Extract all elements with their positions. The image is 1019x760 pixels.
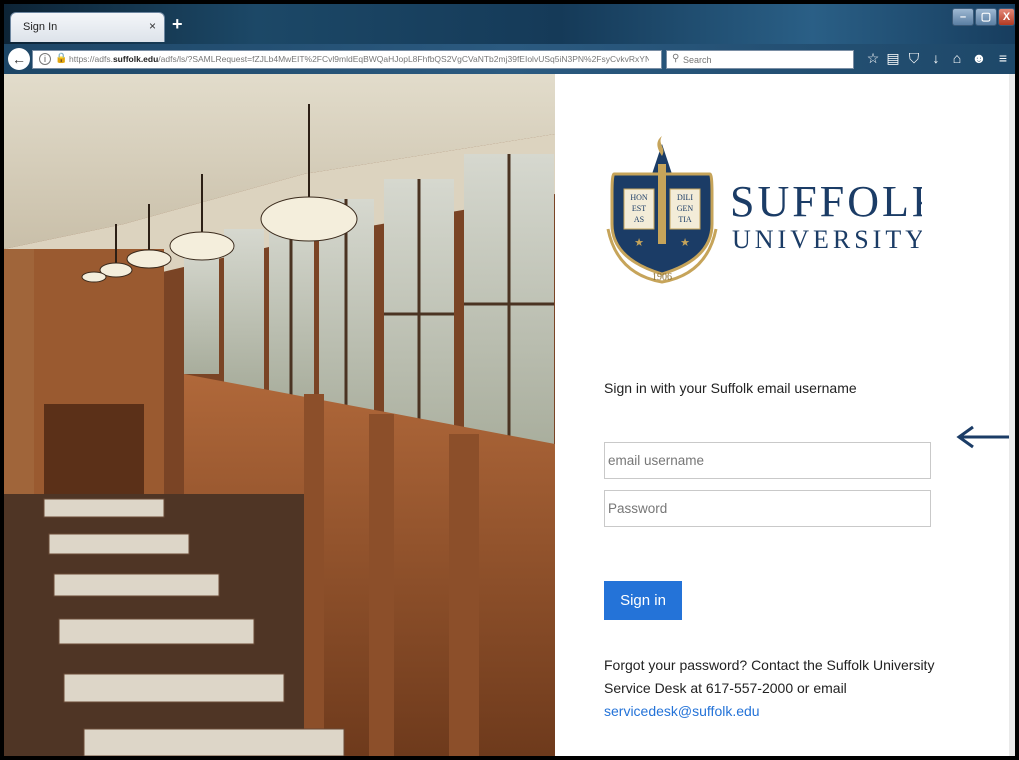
seal-word: GEN <box>677 204 694 213</box>
tab-title: Sign In <box>23 21 58 33</box>
email-username-input[interactable] <box>604 442 931 479</box>
seal-word: AS <box>634 215 644 224</box>
search-icon: ⚲ <box>672 53 680 64</box>
logo-name-line2: UNIVERSITY <box>732 225 922 254</box>
maximize-button[interactable]: ▢ <box>975 8 997 26</box>
star-icon: ★ <box>680 237 690 249</box>
service-desk-email-link[interactable]: servicedesk@suffolk.edu <box>604 703 760 719</box>
lock-icon: 🔒 <box>55 53 68 64</box>
browser-window: Sign In × + – ▢ X ← i 🔒 https://adfs.suf… <box>4 4 1015 756</box>
library-photo <box>4 74 555 756</box>
password-input[interactable] <box>604 490 931 527</box>
menu-icon[interactable]: ≡ <box>994 50 1012 66</box>
close-tab-icon[interactable]: × <box>149 19 156 33</box>
page-content: HON EST AS DILI GEN TIA ★ ★ 1906 SUFFOLK… <box>4 74 1015 756</box>
seal-word: TIA <box>678 215 692 224</box>
close-window-button[interactable]: X <box>998 8 1015 26</box>
smiley-icon[interactable]: ☻ <box>970 50 988 66</box>
pocket-icon[interactable]: ⛉ <box>905 50 923 67</box>
suffolk-university-logo: HON EST AS DILI GEN TIA ★ ★ 1906 SUFFOLK… <box>606 136 922 284</box>
new-tab-button[interactable]: + <box>172 15 183 33</box>
url-text[interactable]: https://adfs.suffolk.edu/adfs/ls/?SAMLRe… <box>69 54 649 64</box>
sign-in-heading: Sign in with your Suffolk email username <box>604 380 857 396</box>
tab-sign-in[interactable]: Sign In × <box>10 12 165 42</box>
reload-icon[interactable]: ↻ <box>649 50 660 66</box>
navigation-bar: ← i 🔒 https://adfs.suffolk.edu/adfs/ls/?… <box>4 44 1015 74</box>
sign-in-button[interactable]: Sign in <box>604 581 682 620</box>
logo-name-line1: SUFFOLK <box>730 177 922 226</box>
title-bar: Sign In × + – ▢ X <box>4 4 1015 44</box>
star-icon: ★ <box>634 237 644 249</box>
reading-list-icon[interactable]: ▤ <box>884 50 902 67</box>
address-bar[interactable]: i 🔒 https://adfs.suffolk.edu/adfs/ls/?SA… <box>32 50 662 69</box>
arrow-left-icon <box>956 425 1015 449</box>
minimize-button[interactable]: – <box>952 8 974 26</box>
seal-word: HON <box>630 193 648 202</box>
help-text: Forgot your password? Contact the Suffol… <box>604 654 944 723</box>
help-message: Forgot your password? Contact the Suffol… <box>604 657 935 696</box>
back-button[interactable]: ← <box>8 48 30 70</box>
scrollbar[interactable] <box>1009 74 1015 756</box>
sign-in-panel: HON EST AS DILI GEN TIA ★ ★ 1906 SUFFOLK… <box>555 74 1015 756</box>
home-icon[interactable]: ⌂ <box>948 50 966 66</box>
suffolk-seal: HON EST AS DILI GEN TIA ★ ★ 1906 <box>606 136 718 284</box>
seal-word: EST <box>632 204 646 213</box>
search-input[interactable] <box>683 52 848 67</box>
search-bar[interactable]: ⚲ <box>666 50 854 69</box>
star-icon[interactable]: ☆ <box>864 50 882 67</box>
seal-word: DILI <box>677 193 693 202</box>
info-icon[interactable]: i <box>39 53 51 65</box>
seal-year: 1906 <box>652 272 672 283</box>
download-icon[interactable]: ↓ <box>927 50 945 66</box>
